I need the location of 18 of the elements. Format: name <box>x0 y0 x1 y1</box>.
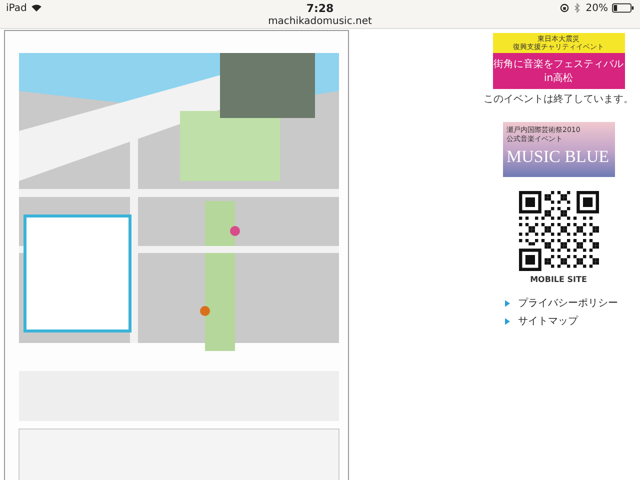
mobile-site-label: MOBILE SITE <box>530 275 587 284</box>
footer-link[interactable]: サイトマップ <box>518 314 578 328</box>
battery-icon <box>612 3 634 13</box>
qr-code-icon <box>518 191 598 271</box>
banner-subtitle: in高松 <box>544 72 574 85</box>
wifi-icon <box>30 4 42 12</box>
banner-title: MUSIC BLUE <box>506 147 610 167</box>
banner-title: 街角に音楽をフェスティバル <box>494 58 624 71</box>
bluetooth-icon <box>572 3 582 13</box>
arrow-icon <box>505 300 510 306</box>
page-address[interactable]: machikadomusic.net <box>268 16 372 27</box>
footer-link[interactable]: プライバシーポリシー <box>518 296 618 310</box>
clock: 7:28 <box>306 2 334 14</box>
event-notice: このイベントは終了しています。 <box>484 93 634 106</box>
battery-percent: 20% <box>586 2 608 14</box>
lock-rotation-icon <box>560 3 569 13</box>
device-name: iPad <box>6 2 27 14</box>
arrow-icon <box>505 318 510 324</box>
